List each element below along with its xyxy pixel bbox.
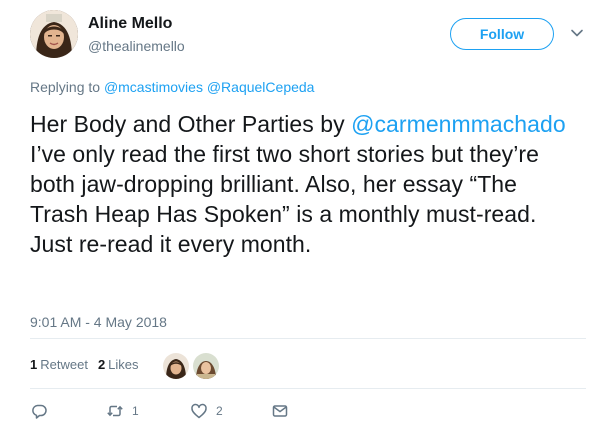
retweet-stat[interactable]: 1 Retweet	[30, 357, 88, 372]
replying-to-label: Replying to	[30, 79, 101, 95]
tweet-mention-link[interactable]: @carmenmmachado	[351, 111, 566, 137]
author-name[interactable]: Aline Mello	[88, 15, 172, 33]
retweet-count: 1	[132, 404, 139, 418]
reply-icon	[32, 404, 47, 419]
heart-icon	[191, 403, 207, 419]
reply-mention-link[interactable]: @RaquelCepeda	[207, 79, 315, 95]
reply-button[interactable]	[30, 402, 48, 420]
follow-button[interactable]: Follow	[450, 18, 554, 50]
tweet-text: Her Body and Other Parties by @carmenmma…	[30, 109, 580, 259]
like-count: 2	[216, 404, 223, 418]
like-stat-label: Likes	[108, 357, 139, 372]
retweet-stat-count: 1	[30, 357, 38, 372]
tweet-text-part: I’ve only read the first two short stori…	[30, 141, 539, 257]
direct-message-button[interactable]	[271, 402, 289, 420]
like-stat[interactable]: 2 Likes	[98, 357, 139, 372]
tweet-timestamp[interactable]: 9:01 AM - 4 May 2018	[30, 314, 167, 330]
author-handle[interactable]: @thealinemello	[88, 38, 185, 54]
replying-to: Replying to @mcastimovies @RaquelCepeda	[30, 79, 314, 95]
like-button[interactable]: 2	[190, 402, 223, 420]
retweet-stat-label: Retweet	[40, 357, 88, 372]
tweet-card: Aline Mello @thealinemello Follow Replyi…	[0, 0, 608, 440]
like-stat-count: 2	[97, 357, 106, 372]
retweet-button[interactable]: 1	[106, 402, 139, 420]
tweet-stats: 1 Retweet 2 Likes	[30, 357, 139, 372]
envelope-icon	[272, 405, 288, 417]
tweet-text-part: Her Body and Other Parties by	[30, 111, 352, 137]
liker-avatar[interactable]	[192, 352, 220, 380]
divider	[30, 388, 586, 389]
divider	[30, 338, 586, 339]
liker-avatar[interactable]	[162, 352, 190, 380]
chevron-down-icon[interactable]	[570, 26, 584, 40]
avatar[interactable]	[30, 10, 78, 58]
retweet-icon	[107, 405, 123, 417]
reply-mention-link[interactable]: @mcastimovies	[104, 79, 203, 95]
